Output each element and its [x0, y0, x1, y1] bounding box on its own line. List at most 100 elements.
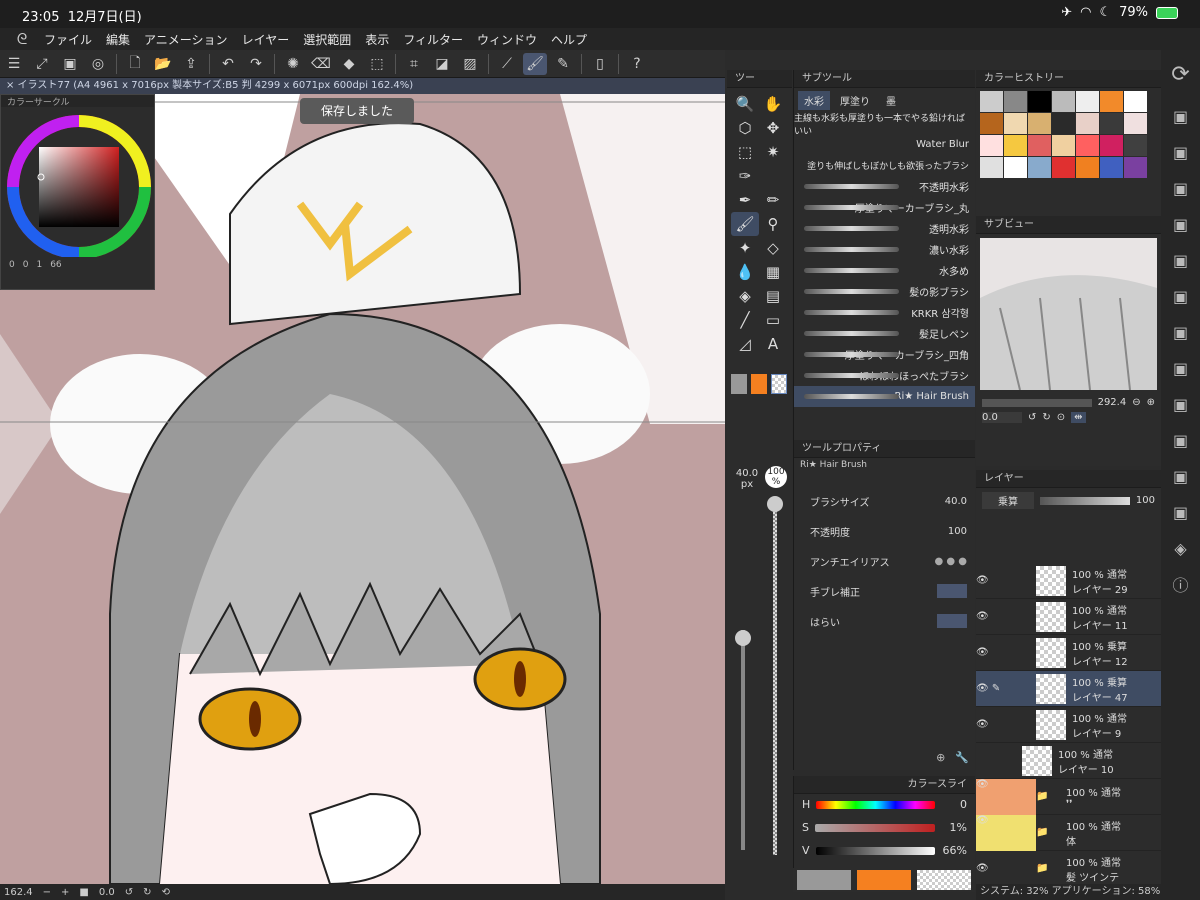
help-icon[interactable]: ?: [625, 53, 649, 75]
new-file-icon[interactable]: 🗋: [123, 53, 147, 75]
transform-icon[interactable]: ⬚: [365, 53, 389, 75]
prop-antialias[interactable]: アンチエイリアス ● ● ●: [794, 546, 975, 576]
snap-brush-icon[interactable]: 🖌: [523, 52, 547, 75]
selection-tool-icon[interactable]: ⬚: [731, 140, 759, 164]
layer-row[interactable]: 👁 100 % 通常 レイヤー 29: [976, 563, 1161, 599]
tab-thick-paint[interactable]: 厚塗り: [834, 91, 876, 110]
pen-snap-icon[interactable]: ✎: [551, 53, 575, 75]
color-swatch[interactable]: [1028, 113, 1051, 134]
resize-icon[interactable]: ⤢: [30, 53, 54, 75]
layer-row-selected[interactable]: 👁 ✎ 100 % 乗算 レイヤー 47: [976, 671, 1161, 707]
panel-icon-8[interactable]: ▣: [1161, 350, 1200, 386]
clear-icon[interactable]: ⌫: [309, 53, 333, 75]
object-tool-icon[interactable]: ⬡: [731, 116, 759, 140]
hamburger-menu-icon[interactable]: ☰: [2, 53, 26, 75]
layer-folder-row[interactable]: 👁 📁 100 % 通常 ❜❜: [976, 778, 1161, 815]
layer-opacity-slider[interactable]: [1040, 496, 1130, 505]
brush-size-handle[interactable]: [735, 630, 751, 646]
panel-icon-5[interactable]: ▣: [1161, 242, 1200, 278]
hue-slider[interactable]: H 0: [802, 798, 967, 811]
saturation-slider[interactable]: S 1%: [802, 821, 967, 834]
color-swatch[interactable]: [1100, 157, 1123, 178]
rotate-left-icon[interactable]: ↺: [125, 887, 133, 898]
zoom-in-icon[interactable]: ⊕: [1147, 397, 1155, 408]
info-icon[interactable]: ⓘ: [1161, 566, 1200, 602]
layers-icon[interactable]: ◈: [1161, 530, 1200, 566]
smartphone-icon[interactable]: ▯: [588, 53, 612, 75]
panel-icon-1[interactable]: ▣: [1161, 98, 1200, 134]
menu-view[interactable]: 表示: [365, 31, 389, 48]
reset-icon[interactable]: ⊙: [1057, 412, 1065, 423]
document-tab[interactable]: × イラスト77 (A4 4961 x 7016px 製本サイズ:B5 判 42…: [0, 78, 725, 94]
sub-color-swatch[interactable]: [751, 374, 767, 394]
save-icon[interactable]: ⇪: [179, 53, 203, 75]
color-swatch[interactable]: [1028, 157, 1051, 178]
color-swatch[interactable]: [1100, 113, 1123, 134]
color-swatch[interactable]: [1100, 91, 1123, 112]
color-swatch[interactable]: [1076, 135, 1099, 156]
brush-item[interactable]: 髪の影ブラシ: [794, 281, 975, 302]
zoom-out-icon[interactable]: −: [43, 887, 51, 898]
panel-icon-7[interactable]: ▣: [1161, 314, 1200, 350]
color-swatch[interactable]: [980, 157, 1003, 178]
color-swatch[interactable]: [1076, 113, 1099, 134]
magic-wand-icon[interactable]: ✷: [759, 140, 787, 164]
menu-window[interactable]: ウィンドウ: [477, 31, 537, 48]
brush-item[interactable]: 厚塗りマーカーブラシ_四角: [794, 344, 975, 365]
fill-icon[interactable]: ◆: [337, 53, 361, 75]
layer-folder-row[interactable]: 👁 📁 100 % 通常髪 ツインテ: [976, 851, 1161, 887]
zoom-value[interactable]: 162.4: [4, 887, 33, 898]
brush-item[interactable]: 水多め: [794, 260, 975, 281]
rotate-right-icon[interactable]: ↻: [143, 887, 151, 898]
prop-stabilization[interactable]: 手ブレ補正: [794, 576, 975, 606]
prop-taper[interactable]: はらい: [794, 606, 975, 636]
sub-color-bottom[interactable]: [857, 870, 911, 890]
blend-mode-select[interactable]: 乗算: [982, 492, 1034, 509]
layer-row[interactable]: 100 % 通常 レイヤー 10: [976, 743, 1161, 779]
color-swatch[interactable]: [1004, 157, 1027, 178]
color-swatch[interactable]: [1124, 113, 1147, 134]
sync-icon[interactable]: ⟳: [1161, 50, 1200, 98]
color-swatch[interactable]: [1124, 135, 1147, 156]
move-tool-icon[interactable]: ✥: [759, 116, 787, 140]
color-swatch[interactable]: [1100, 135, 1123, 156]
menu-animation[interactable]: アニメーション: [144, 31, 228, 48]
zoom-out-icon[interactable]: ⊖: [1132, 397, 1140, 408]
layer-folder-row[interactable]: 👁 📁 100 % 通常体: [976, 814, 1161, 851]
open-folder-icon[interactable]: 📂: [151, 53, 175, 75]
frame-tool-icon[interactable]: ▭: [759, 308, 787, 332]
text-tool-icon[interactable]: A: [759, 332, 787, 356]
panel-icon-10[interactable]: ▣: [1161, 422, 1200, 458]
target-icon[interactable]: ◎: [86, 53, 110, 75]
airbrush-icon[interactable]: ⚲: [759, 212, 787, 236]
brush-item[interactable]: 不透明水彩: [794, 176, 975, 197]
brush-item[interactable]: 髪足しペン: [794, 323, 975, 344]
color-swatch[interactable]: [980, 91, 1003, 112]
rotate-left-icon[interactable]: ↺: [1028, 412, 1036, 423]
color-swatch[interactable]: [1052, 157, 1075, 178]
pen-tool-icon[interactable]: ✒: [731, 188, 759, 212]
flip-horizontal-icon[interactable]: ⇹: [1071, 412, 1086, 423]
hand-tool-icon[interactable]: ✋: [759, 92, 787, 116]
subview-preview[interactable]: [980, 238, 1157, 391]
tab-watercolor[interactable]: 水彩: [798, 91, 830, 110]
brush-item[interactable]: 濃い水彩: [794, 239, 975, 260]
brush-tool-icon[interactable]: 🖌: [731, 212, 759, 236]
menu-filter[interactable]: フィルター: [403, 31, 463, 48]
eraser-icon[interactable]: ◇: [759, 236, 787, 260]
layer-row[interactable]: 👁 100 % 通常 レイヤー 9: [976, 707, 1161, 743]
main-color-bottom[interactable]: [797, 870, 851, 890]
wrench-icon[interactable]: 🔧: [955, 751, 969, 764]
ruler-tool-icon[interactable]: ◿: [731, 332, 759, 356]
panel-icon-3[interactable]: ▣: [1161, 170, 1200, 206]
opacity-handle[interactable]: [767, 496, 783, 512]
blend-tool-icon[interactable]: 💧: [731, 260, 759, 284]
brush-size-slider[interactable]: [741, 630, 745, 850]
deselect-icon[interactable]: ◪: [430, 53, 454, 75]
brush-item[interactable]: 厚塗りマーカーブラシ_丸: [794, 197, 975, 218]
fit-icon[interactable]: ▣: [58, 53, 82, 75]
redo-icon[interactable]: ↷: [244, 53, 268, 75]
opacity-slider[interactable]: [773, 500, 777, 855]
crop-icon[interactable]: ⌗: [402, 53, 426, 75]
ruler-snap-icon[interactable]: ⟋: [495, 53, 519, 75]
